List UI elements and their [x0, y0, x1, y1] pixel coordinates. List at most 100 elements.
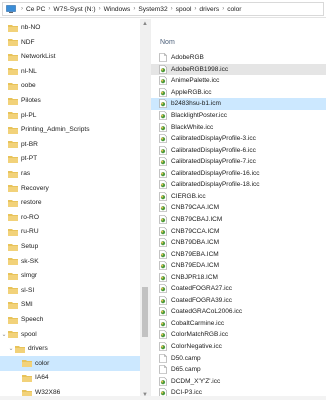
file-row[interactable]: CalibratedDisplayProfile-6.icc: [151, 144, 326, 156]
folder-icon: [8, 243, 18, 251]
file-row[interactable]: AppleRGB.icc: [151, 87, 326, 99]
address-bar[interactable]: › Ce PC › W7S-Syst (N:) › Windows › System32 › sp…: [0, 0, 326, 18]
nav-item-speech[interactable]: Speech: [0, 312, 140, 327]
nav-item-restore[interactable]: restore: [0, 195, 140, 210]
nav-item-nl-nl[interactable]: nl-NL: [0, 64, 140, 79]
file-row[interactable]: CNB79CBAJ.ICM: [151, 214, 326, 226]
nav-item-oobe[interactable]: oobe: [0, 78, 140, 93]
folder-icon: [8, 155, 18, 163]
nav-item-ia64[interactable]: IA64: [0, 370, 140, 385]
file-row[interactable]: ColorMatchRGB.icc: [151, 329, 326, 341]
nav-item-pt-br[interactable]: pt-BR: [0, 137, 140, 152]
file-row[interactable]: CoatedGRACoL2006.icc: [151, 306, 326, 318]
file-row[interactable]: CoatedFOGRA27.icc: [151, 283, 326, 295]
file-row[interactable]: AdobeRGB: [151, 52, 326, 64]
nav-item-sl-si[interactable]: sl-SI: [0, 283, 140, 298]
nav-item-pilotes[interactable]: Pilotes: [0, 93, 140, 108]
file-row[interactable]: CIERGB.icc: [151, 191, 326, 203]
breadcrumb-separator-icon[interactable]: ›: [48, 6, 50, 12]
nav-item-setup[interactable]: Setup: [0, 239, 140, 254]
nav-item-ndf[interactable]: NDF: [0, 35, 140, 50]
file-row[interactable]: CalibratedDisplayProfile-18.icc: [151, 179, 326, 191]
expand-chevron-icon[interactable]: ⌄: [1, 331, 7, 338]
breadcrumb-item[interactable]: W7S-Syst (N:): [53, 6, 95, 13]
expand-chevron-icon[interactable]: ⌄: [8, 345, 14, 352]
folder-icon: [8, 184, 18, 193]
breadcrumb-separator-icon[interactable]: ›: [222, 6, 224, 12]
nav-item-ras[interactable]: ras: [0, 166, 140, 181]
file-row[interactable]: b2483hsu-b1.icm: [151, 98, 326, 110]
nav-item-smi[interactable]: SMI: [0, 297, 140, 312]
nav-item-label: Setup: [21, 243, 39, 250]
breadcrumb-item[interactable]: Ce PC: [26, 6, 45, 13]
color-profile-icon: [159, 284, 167, 294]
file-row[interactable]: CNBJPR18.ICM: [151, 271, 326, 283]
nav-item-ro-ro[interactable]: ro-RO: [0, 210, 140, 225]
folder-icon: [8, 67, 18, 76]
nav-item-pt-pt[interactable]: pt-PT: [0, 151, 140, 166]
file-row[interactable]: CNB79CCA.ICM: [151, 225, 326, 237]
breadcrumb-item[interactable]: System32: [138, 6, 167, 13]
breadcrumb-separator-icon[interactable]: ›: [194, 6, 196, 12]
nav-item-label: drivers: [28, 345, 48, 353]
file-row[interactable]: CobaltCarmine.icc: [151, 318, 326, 330]
folder-icon: [15, 345, 25, 353]
file-name: CoatedGRACoL2006.icc: [171, 308, 243, 316]
file-row[interactable]: AdobeRGB1998.icc: [151, 63, 326, 76]
nav-item-spool[interactable]: ⌄ spool: [0, 327, 140, 342]
folder-icon: [8, 272, 18, 280]
breadcrumb-separator-icon[interactable]: ›: [21, 6, 23, 12]
column-header[interactable]: Nom: [151, 19, 326, 49]
nav-item-label: nb-NO: [21, 24, 41, 31]
nav-item-recovery[interactable]: Recovery: [0, 181, 140, 196]
navigation-pane[interactable]: nb-NO NDF NetworkList nl-NL oobe Pilotes pl-PL…: [0, 19, 150, 400]
file-row[interactable]: BlacklightPoster.icc: [151, 110, 326, 122]
address-breadcrumb[interactable]: › Ce PC › W7S-Syst (N:) › Windows › System32 › sp…: [2, 2, 324, 16]
file-row[interactable]: CalibratedDisplayProfile-3.icc: [151, 133, 326, 145]
file-row[interactable]: CNB79DBA.ICM: [151, 237, 326, 249]
color-profile-icon: [159, 376, 167, 386]
file-row[interactable]: D65.camp: [151, 364, 326, 376]
file-row[interactable]: ColorNegative.icc: [151, 341, 326, 353]
nav-item-nb-no[interactable]: nb-NO: [0, 20, 140, 35]
breadcrumb-item[interactable]: spool: [176, 6, 192, 13]
nav-item-sk-sk[interactable]: sk-SK: [0, 254, 140, 269]
file-name: CalibratedDisplayProfile-6.icc: [171, 146, 256, 154]
nav-item-drivers[interactable]: ⌄ drivers: [0, 341, 140, 356]
file-row[interactable]: CNB79EDA.ICM: [151, 260, 326, 272]
breadcrumb-separator-icon[interactable]: ›: [171, 6, 173, 12]
file-row[interactable]: CNB79CAA.ICM: [151, 202, 326, 214]
nav-item-pl-pl[interactable]: pl-PL: [0, 108, 140, 123]
breadcrumb-item[interactable]: drivers: [199, 6, 219, 13]
file-list[interactable]: Nom AdobeRGB AdobeRGB1998.icc AnimePalette…: [151, 19, 326, 400]
file-row[interactable]: AnimePalette.icc: [151, 75, 326, 87]
breadcrumb-separator-icon[interactable]: ›: [99, 6, 101, 12]
color-profile-icon: [159, 157, 167, 166]
nav-item-label: color: [35, 359, 50, 367]
color-profile-icon: [159, 238, 167, 247]
nav-item-label: sk-SK: [21, 257, 39, 265]
scrollbar-thumb[interactable]: [142, 287, 148, 337]
nav-item-slmgr[interactable]: slmgr: [0, 268, 140, 283]
file-row[interactable]: D50.camp: [151, 352, 326, 364]
breadcrumb-separator-icon[interactable]: ›: [133, 6, 135, 12]
file-row[interactable]: BlackWhite.icc: [151, 121, 326, 133]
file-row[interactable]: CNB79EBA.ICM: [151, 248, 326, 260]
folder-icon: [8, 170, 18, 178]
file-name: AdobeRGB1998.icc: [171, 65, 229, 73]
scroll-up-icon[interactable]: ▲: [140, 19, 150, 29]
folder-icon: [8, 111, 18, 120]
file-row[interactable]: CoatedFOGRA39.icc: [151, 295, 326, 307]
breadcrumb-item[interactable]: color: [227, 6, 241, 13]
file-row[interactable]: DCDM_X'Y'Z'.icc: [151, 375, 326, 387]
column-header-name[interactable]: Nom: [160, 39, 175, 46]
nav-item-label: nl-NL: [21, 67, 37, 75]
nav-item-networklist[interactable]: NetworkList: [0, 49, 140, 64]
file-row[interactable]: CalibratedDisplayProfile-16.icc: [151, 168, 326, 180]
nav-item-ru-ru[interactable]: ru-RU: [0, 224, 140, 239]
nav-item-color[interactable]: color: [0, 355, 140, 371]
navigation-scrollbar[interactable]: ▲ ▼: [140, 19, 150, 400]
file-row[interactable]: CalibratedDisplayProfile-7.icc: [151, 156, 326, 168]
nav-item-printing-admin-scripts[interactable]: Printing_Admin_Scripts: [0, 122, 140, 137]
breadcrumb-item[interactable]: Windows: [104, 6, 131, 13]
